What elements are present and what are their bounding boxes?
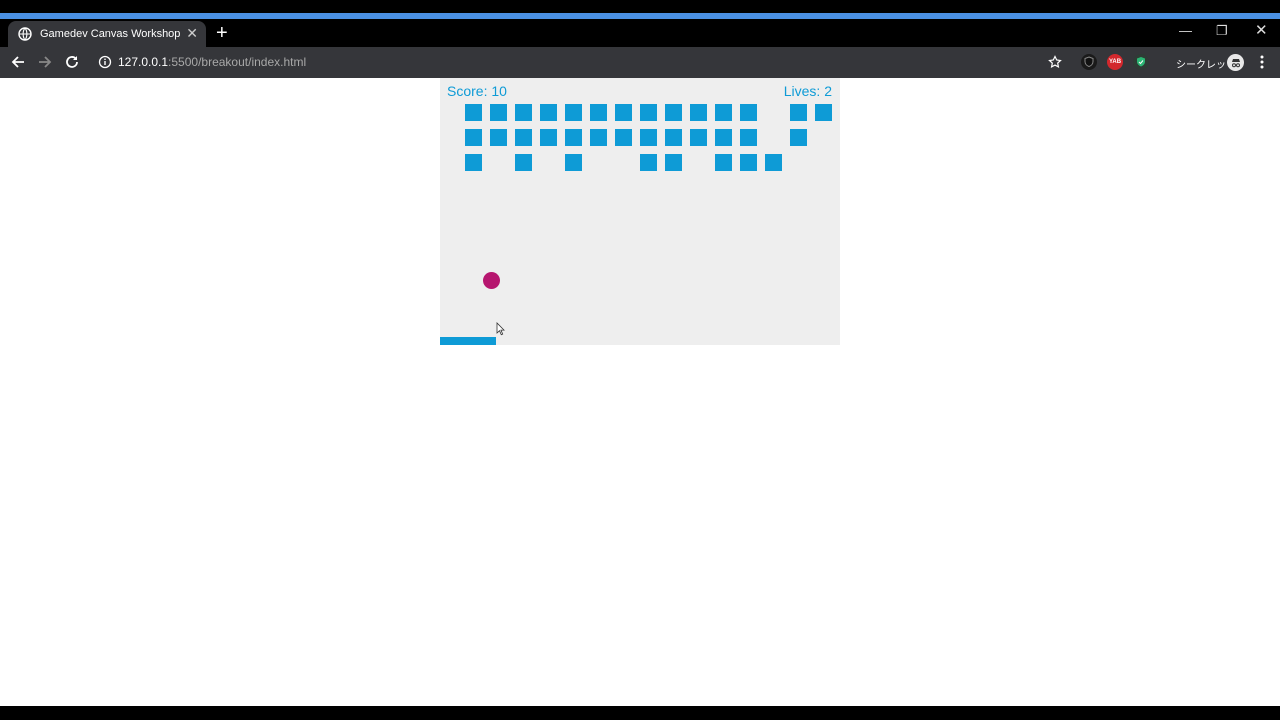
brick	[640, 129, 657, 146]
brick	[640, 104, 657, 121]
brick	[765, 154, 782, 171]
brick	[740, 154, 757, 171]
brick	[690, 104, 707, 121]
brick	[815, 104, 832, 121]
menu-icon[interactable]	[1253, 53, 1271, 71]
brick	[565, 154, 582, 171]
brick	[715, 154, 732, 171]
back-icon[interactable]	[9, 53, 27, 71]
ball	[483, 272, 500, 289]
game-canvas[interactable]: Score: 10 Lives: 2	[440, 78, 840, 345]
bottom-border	[0, 706, 1280, 720]
globe-icon	[18, 27, 32, 41]
brick	[665, 104, 682, 121]
brick	[790, 104, 807, 121]
brick	[715, 129, 732, 146]
brick	[565, 104, 582, 121]
brick	[540, 129, 557, 146]
star-icon[interactable]	[1046, 53, 1064, 71]
brick	[615, 104, 632, 121]
tab-title: Gamedev Canvas Workshop	[40, 28, 181, 40]
tab-gamedev-canvas-workshop[interactable]: Gamedev Canvas Workshop ✕	[8, 21, 206, 47]
forward-icon[interactable]	[36, 53, 54, 71]
lives-display: Lives: 2	[783, 83, 832, 99]
brick	[590, 104, 607, 121]
brick	[465, 104, 482, 121]
brick	[615, 129, 632, 146]
brick	[790, 129, 807, 146]
green-shield-icon[interactable]	[1133, 54, 1149, 70]
brick	[740, 104, 757, 121]
browser-window: Gamedev Canvas Workshop ✕ + — ❐ ✕ 127.0.…	[0, 0, 1280, 720]
page-viewport: Score: 10 Lives: 2	[0, 78, 1280, 706]
close-icon[interactable]: ✕	[186, 26, 198, 40]
minimize-icon[interactable]: —	[1179, 23, 1192, 38]
brick	[590, 129, 607, 146]
mouse-cursor-icon	[496, 322, 505, 336]
brick	[690, 129, 707, 146]
brick	[465, 154, 482, 171]
url-path: :5500/breakout/index.html	[168, 55, 307, 69]
restore-icon[interactable]: ❐	[1216, 23, 1228, 39]
brick	[740, 129, 757, 146]
brick	[465, 129, 482, 146]
reload-icon[interactable]	[63, 53, 81, 71]
score-display: Score: 10	[447, 83, 507, 99]
brick	[665, 154, 682, 171]
brick	[515, 129, 532, 146]
brick	[715, 104, 732, 121]
new-tab-icon[interactable]: +	[216, 22, 228, 44]
brick	[540, 104, 557, 121]
tab-strip: Gamedev Canvas Workshop ✕ + — ❐ ✕	[0, 19, 1280, 47]
brick	[640, 154, 657, 171]
window-close-icon[interactable]: ✕	[1255, 21, 1268, 39]
yab-extension-icon[interactable]: YAB	[1107, 54, 1123, 70]
brick	[515, 154, 532, 171]
browser-toolbar: 127.0.0.1:5500/breakout/index.html YAB シ…	[0, 47, 1280, 78]
info-icon[interactable]	[96, 53, 114, 71]
brick	[490, 129, 507, 146]
brick	[565, 129, 582, 146]
incognito-icon[interactable]	[1227, 54, 1244, 71]
brick	[665, 129, 682, 146]
brick	[515, 104, 532, 121]
shield-icon[interactable]	[1081, 54, 1097, 70]
address-bar[interactable]: 127.0.0.1:5500/breakout/index.html	[118, 55, 306, 69]
url-host: 127.0.0.1	[118, 55, 169, 69]
brick	[490, 104, 507, 121]
paddle[interactable]	[440, 337, 496, 345]
